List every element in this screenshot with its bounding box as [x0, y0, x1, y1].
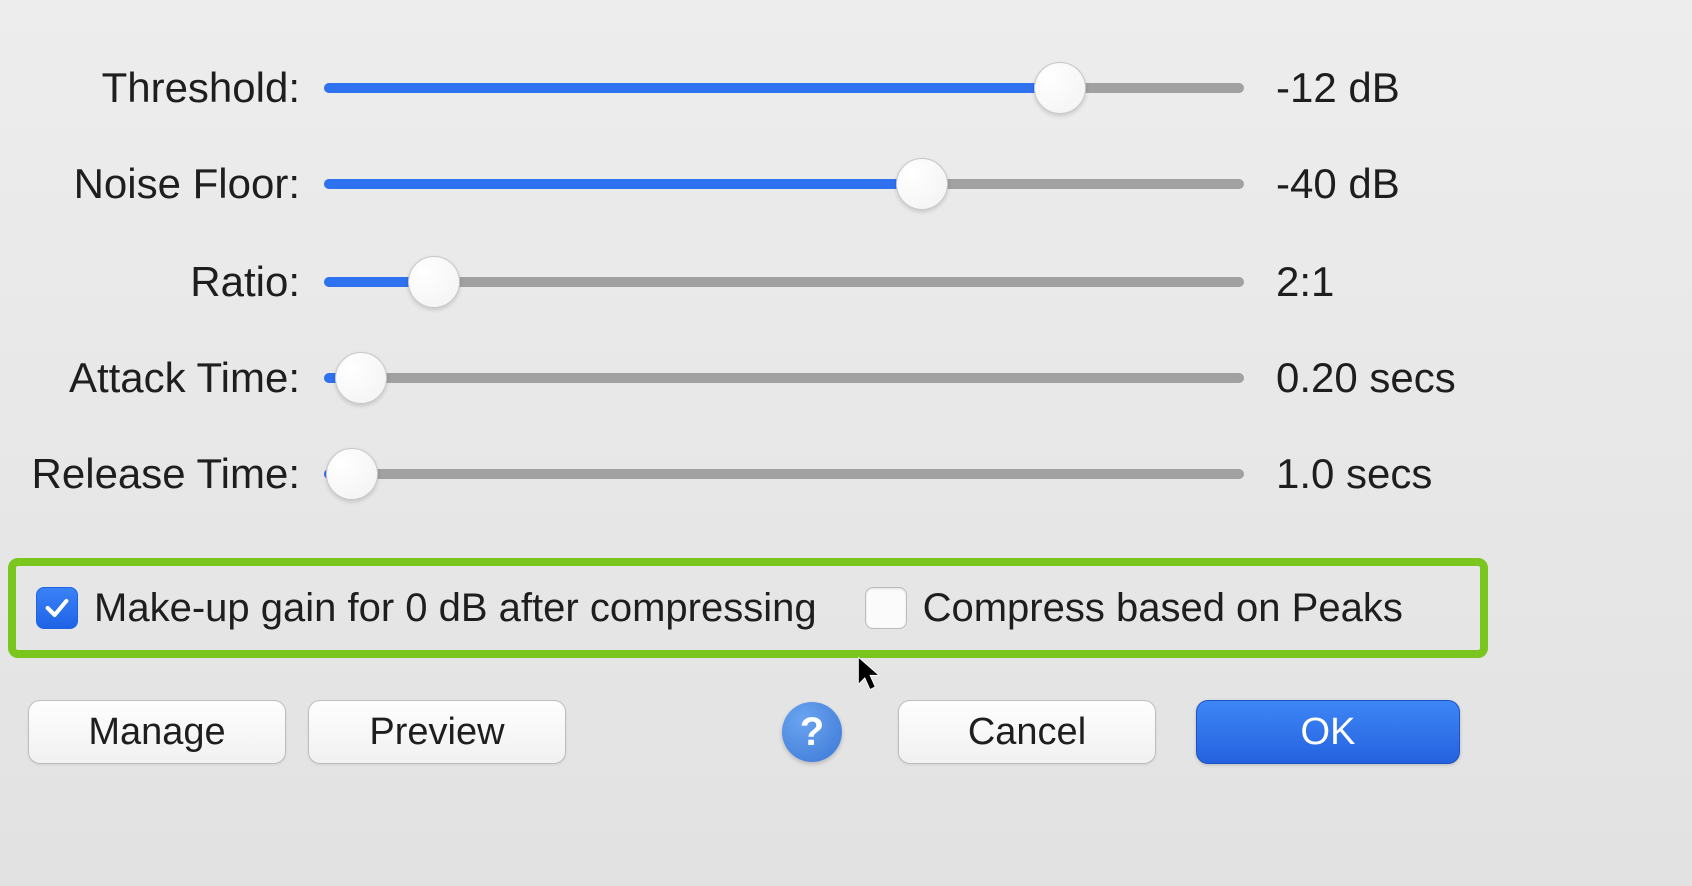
checkbox-highlight-box: Make-up gain for 0 dB after compressing … [8, 558, 1488, 658]
attack-time-row: Attack Time: 0.20 secs [0, 348, 1692, 408]
slider-thumb[interactable] [326, 448, 378, 500]
noise-floor-value: -40 dB [1276, 160, 1692, 208]
slider-track [324, 277, 1244, 287]
slider-thumb[interactable] [896, 158, 948, 210]
release-time-slider[interactable] [324, 444, 1244, 504]
peaks-checkbox[interactable] [865, 587, 907, 629]
makeup-gain-group: Make-up gain for 0 dB after compressing [36, 586, 817, 631]
noise-floor-row: Noise Floor: -40 dB [0, 154, 1692, 214]
slider-fill [324, 83, 1060, 93]
slider-fill [324, 179, 922, 189]
attack-time-value: 0.20 secs [1276, 354, 1692, 402]
peaks-group: Compress based on Peaks [865, 586, 1403, 631]
cancel-button[interactable]: Cancel [898, 700, 1156, 764]
threshold-label: Threshold: [0, 64, 300, 112]
ok-button[interactable]: OK [1196, 700, 1460, 764]
cursor-icon [856, 656, 884, 692]
ratio-label: Ratio: [0, 258, 300, 306]
ratio-value: 2:1 [1276, 258, 1692, 306]
threshold-slider[interactable] [324, 58, 1244, 118]
ratio-row: Ratio: 2:1 [0, 252, 1692, 312]
slider-thumb[interactable] [335, 352, 387, 404]
release-time-value: 1.0 secs [1276, 450, 1692, 498]
help-button[interactable]: ? [782, 702, 842, 762]
noise-floor-label: Noise Floor: [0, 160, 300, 208]
noise-floor-slider[interactable] [324, 154, 1244, 214]
release-time-label: Release Time: [0, 450, 300, 498]
preview-button[interactable]: Preview [308, 700, 566, 764]
threshold-row: Threshold: -12 dB [0, 58, 1692, 118]
slider-track [324, 469, 1244, 479]
release-time-row: Release Time: 1.0 secs [0, 444, 1692, 504]
manage-button[interactable]: Manage [28, 700, 286, 764]
makeup-gain-label: Make-up gain for 0 dB after compressing [94, 586, 817, 631]
ratio-slider[interactable] [324, 252, 1244, 312]
compressor-dialog: Threshold: -12 dB Noise Floor: -40 dB Ra… [0, 0, 1692, 886]
threshold-value: -12 dB [1276, 64, 1692, 112]
slider-track [324, 373, 1244, 383]
peaks-label: Compress based on Peaks [923, 586, 1403, 631]
attack-time-slider[interactable] [324, 348, 1244, 408]
slider-thumb[interactable] [1034, 62, 1086, 114]
check-icon [43, 594, 71, 622]
makeup-gain-checkbox[interactable] [36, 587, 78, 629]
slider-thumb[interactable] [408, 256, 460, 308]
attack-time-label: Attack Time: [0, 354, 300, 402]
